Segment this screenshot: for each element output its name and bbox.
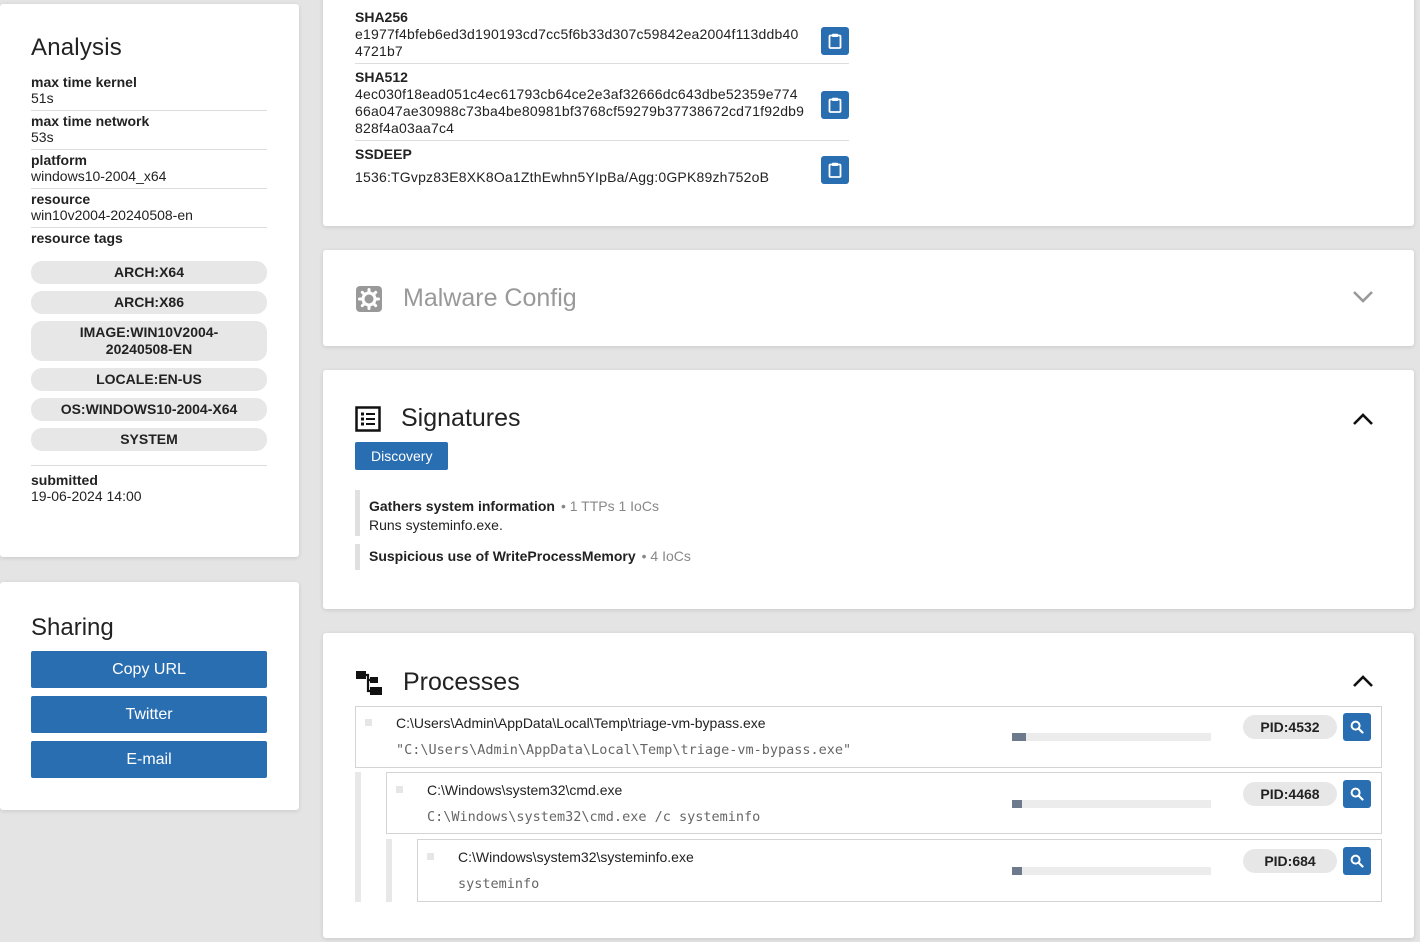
resource-tag: ARCH:X64 bbox=[31, 261, 267, 284]
hash-value: 4ec030f18ead051c4ec61793cb64ce2e3af32666… bbox=[355, 86, 805, 136]
clipboard-icon bbox=[828, 97, 842, 113]
search-icon bbox=[1350, 787, 1364, 801]
signature-meta: • 1 TTPs 1 IoCs bbox=[560, 498, 659, 514]
process-bullet bbox=[427, 853, 434, 860]
copy-ssdeep-button[interactable] bbox=[821, 156, 849, 184]
process-cmdline: C:\Windows\system32\cmd.exe /c systeminf… bbox=[427, 809, 761, 825]
hash-value: 1536:TGvpz83E8XK8Oa1ZthEwhn5YIpBa/Agg:0G… bbox=[355, 169, 770, 185]
processes-card: Processes C:\Users\Admin\AppData\Local\T… bbox=[323, 633, 1414, 938]
processes-title: Processes bbox=[403, 668, 520, 696]
field-max-time-network: max time network 53s bbox=[31, 111, 267, 150]
chevron-down-icon[interactable] bbox=[1352, 290, 1374, 304]
field-platform: platform windows10-2004_x64 bbox=[31, 150, 267, 189]
resource-tag: LOCALE:EN-US bbox=[31, 368, 267, 391]
hashes-card: SHA256 e1977f4bfeb6ed3d190193cd7cc5f6b33… bbox=[323, 0, 1414, 226]
sharing-title: Sharing bbox=[31, 614, 114, 641]
field-label: resource tags bbox=[31, 230, 123, 246]
twitter-button[interactable]: Twitter bbox=[31, 696, 267, 733]
analysis-title: Analysis bbox=[31, 34, 122, 61]
signature-meta: • 4 IoCs bbox=[641, 548, 691, 564]
signature-item[interactable]: Suspicious use of WriteProcessMemory • 4 … bbox=[355, 544, 691, 570]
process-timeline-bar bbox=[1012, 733, 1211, 741]
malware-config-card[interactable]: Malware Config bbox=[323, 250, 1414, 346]
field-value: win10v2004-20240508-en bbox=[31, 207, 193, 223]
hash-row-ssdeep: SSDEEP 1536:TGvpz83E8XK8Oa1ZthEwhn5YIpBa… bbox=[355, 146, 849, 192]
field-submitted: submitted 19-06-2024 14:00 bbox=[31, 466, 267, 508]
field-max-time-kernel: max time kernel 51s bbox=[31, 72, 267, 111]
gear-icon bbox=[356, 285, 382, 312]
field-resource: resource win10v2004-20240508-en bbox=[31, 189, 267, 228]
process-search-button[interactable] bbox=[1343, 713, 1371, 741]
field-value: windows10-2004_x64 bbox=[31, 168, 167, 184]
signature-meta-text: 1 TTPs 1 IoCs bbox=[569, 498, 659, 514]
signature-desc: Runs systeminfo.exe. bbox=[369, 517, 503, 533]
signature-name: Gathers system information bbox=[369, 498, 555, 514]
process-tree-icon bbox=[356, 670, 382, 695]
resource-tag: ARCH:X86 bbox=[31, 291, 267, 314]
clipboard-icon bbox=[828, 33, 842, 49]
signature-name: Suspicious use of WriteProcessMemory bbox=[369, 548, 636, 564]
chevron-up-icon[interactable] bbox=[1352, 674, 1374, 688]
field-value: 19-06-2024 14:00 bbox=[31, 488, 142, 504]
hash-row-sha512: SHA512 4ec030f18ead051c4ec61793cb64ce2e3… bbox=[355, 69, 849, 141]
analysis-card: Analysis max time kernel 51s max time ne… bbox=[0, 4, 299, 557]
chevron-up-icon[interactable] bbox=[1352, 412, 1374, 426]
process-path: C:\Windows\system32\cmd.exe bbox=[427, 782, 623, 798]
processes-header[interactable]: Processes bbox=[355, 668, 520, 697]
pid-badge: PID:684 bbox=[1243, 849, 1337, 873]
process-timeline-fill bbox=[1012, 867, 1022, 875]
hash-label: SHA512 bbox=[355, 69, 408, 85]
resource-tag: SYSTEM bbox=[31, 428, 267, 451]
pid-badge: PID:4532 bbox=[1243, 715, 1337, 739]
pid-badge: PID:4468 bbox=[1243, 782, 1337, 806]
resource-tags-list: ARCH:X64 ARCH:X86 IMAGE:WIN10V2004-20240… bbox=[31, 250, 267, 466]
hash-row-sha256: SHA256 e1977f4bfeb6ed3d190193cd7cc5f6b33… bbox=[355, 9, 849, 64]
process-search-button[interactable] bbox=[1343, 847, 1371, 875]
hash-value: e1977f4bfeb6ed3d190193cd7cc5f6b33d307c59… bbox=[355, 26, 799, 59]
search-icon bbox=[1350, 854, 1364, 868]
field-value: 51s bbox=[31, 90, 54, 106]
field-label: platform bbox=[31, 152, 87, 168]
process-cmdline: systeminfo bbox=[458, 876, 540, 892]
process-timeline-fill bbox=[1012, 733, 1026, 741]
process-path: C:\Users\Admin\AppData\Local\Temp\triage… bbox=[396, 715, 766, 731]
discovery-tag[interactable]: Discovery bbox=[355, 442, 449, 470]
clipboard-icon bbox=[828, 162, 842, 178]
process-tree-indent bbox=[386, 839, 392, 902]
signatures-header[interactable]: Signatures bbox=[355, 404, 521, 433]
process-bullet bbox=[365, 719, 372, 726]
process-timeline-bar bbox=[1012, 800, 1211, 808]
copy-sha256-button[interactable] bbox=[821, 27, 849, 55]
process-timeline-bar bbox=[1012, 867, 1211, 875]
process-bullet bbox=[396, 786, 403, 793]
signatures-title: Signatures bbox=[401, 404, 521, 432]
copy-sha512-button[interactable] bbox=[821, 91, 849, 119]
list-icon bbox=[355, 405, 381, 432]
process-search-button[interactable] bbox=[1343, 780, 1371, 808]
field-label: submitted bbox=[31, 472, 98, 488]
process-tree-indent bbox=[355, 772, 361, 902]
process-timeline-fill bbox=[1012, 800, 1022, 808]
search-icon bbox=[1350, 720, 1364, 734]
hash-label: SSDEEP bbox=[355, 146, 412, 162]
malware-config-title: Malware Config bbox=[403, 284, 577, 312]
signature-item[interactable]: Gathers system information • 1 TTPs 1 IoC… bbox=[355, 490, 659, 536]
process-cmdline: "C:\Users\Admin\AppData\Local\Temp\triag… bbox=[396, 742, 852, 758]
resource-tag: IMAGE:WIN10V2004-20240508-EN bbox=[31, 321, 267, 361]
sharing-card: Sharing Copy URL Twitter E-mail bbox=[0, 582, 299, 810]
signature-meta-text: 4 IoCs bbox=[650, 548, 691, 564]
signatures-card: Signatures Discovery Gathers system info… bbox=[323, 370, 1414, 609]
resource-tag: OS:WINDOWS10-2004-X64 bbox=[31, 398, 267, 421]
copy-url-button[interactable]: Copy URL bbox=[31, 651, 267, 688]
malware-config-header[interactable]: Malware Config bbox=[355, 284, 577, 313]
field-value: 53s bbox=[31, 129, 54, 145]
field-label: resource bbox=[31, 191, 91, 207]
field-label: max time network bbox=[31, 113, 150, 129]
email-button[interactable]: E-mail bbox=[31, 741, 267, 778]
process-path: C:\Windows\system32\systeminfo.exe bbox=[458, 849, 694, 865]
field-label: max time kernel bbox=[31, 74, 137, 90]
field-resource-tags: resource tags bbox=[31, 228, 267, 250]
hash-label: SHA256 bbox=[355, 9, 408, 25]
